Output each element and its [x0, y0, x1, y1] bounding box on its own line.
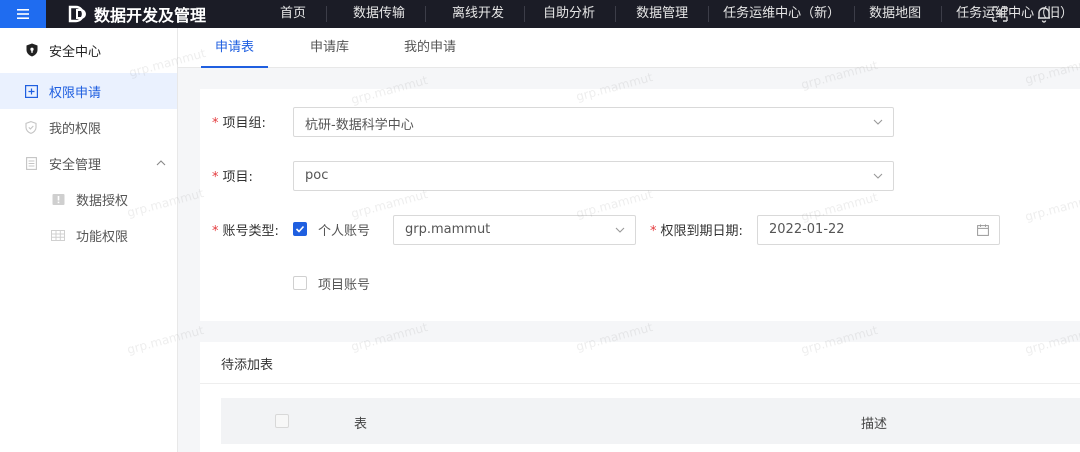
sidebar-item-security-management[interactable]: 安全管理 — [0, 145, 177, 181]
app-title: 数据开发及管理 — [94, 6, 207, 25]
add-panel-icon[interactable] — [990, 4, 1010, 24]
chevron-down-icon — [873, 173, 883, 179]
sidebar-item-label: 权限申请 — [49, 85, 102, 101]
required-mark: * — [650, 224, 657, 239]
tab-application-library[interactable]: 申请库 — [310, 28, 349, 68]
hamburger-icon — [17, 9, 29, 19]
sidebar-item-function-permission[interactable]: 功能权限 — [0, 217, 177, 253]
personal-account-value: grp.mammut — [405, 222, 491, 237]
top-bar: 数据开发及管理 首页 数据传输 离线开发 自助分析 数据管理 任务运维中心（新）… — [0, 0, 1080, 28]
nav-separator — [708, 6, 710, 22]
sidebar-item-my-permission[interactable]: 我的权限 — [0, 109, 177, 145]
document-icon — [24, 156, 38, 170]
tab-application-form[interactable]: 申请表 — [200, 28, 269, 68]
chevron-down-icon — [615, 227, 625, 233]
expire-date-picker[interactable]: 2022-01-22 — [757, 215, 1000, 245]
nav-separator — [524, 6, 526, 22]
chevron-down-icon — [873, 119, 883, 125]
bell-icon[interactable] — [1034, 4, 1054, 24]
column-header-table: 表 — [354, 417, 368, 432]
nav-separator — [425, 6, 427, 22]
sidebar: 安全中心 权限申请 我的权限 安全管理 数据授权 功能权限 — [0, 28, 178, 452]
nav-separator — [615, 6, 617, 22]
chevron-up-icon — [156, 160, 166, 166]
pending-tables-card: 待添加表 表 描述 — [200, 342, 1080, 452]
sidebar-item-permission-apply[interactable]: 权限申请 — [0, 73, 177, 109]
project-group-label-text: 项目组: — [222, 116, 266, 131]
project-label: * 项目: — [212, 166, 253, 185]
project-select[interactable]: poc — [293, 161, 894, 191]
column-header-description: 描述 — [861, 417, 888, 432]
calendar-icon — [977, 224, 989, 236]
tab-my-applications[interactable]: 我的申请 — [404, 28, 456, 68]
nav-task-ops-old[interactable]: 任务运维中心（旧） — [956, 0, 1073, 28]
personal-account-checkbox[interactable] — [293, 222, 307, 236]
nav-data-map[interactable]: 数据地图 — [869, 0, 921, 28]
required-mark: * — [212, 224, 219, 239]
required-mark: * — [212, 170, 219, 185]
logo-icon — [68, 5, 86, 23]
plus-square-icon — [24, 84, 38, 98]
project-group-label: * 项目组: — [212, 112, 266, 131]
application-form: * 项目组: 杭研-数据科学中心 * 项目: poc * 账号类型: 个人账号 grp… — [200, 89, 1080, 321]
personal-account-label[interactable]: 个人账号 — [318, 220, 370, 239]
account-type-label-text: 账号类型: — [222, 224, 279, 239]
project-group-value: 杭研-数据科学中心 — [305, 118, 414, 133]
tab-bar: 申请表 申请库 我的申请 — [178, 28, 1080, 68]
nav-separator — [326, 6, 328, 22]
nav-separator — [941, 6, 943, 22]
nav-home[interactable]: 首页 — [280, 0, 306, 28]
checkmark-icon — [295, 225, 305, 233]
sidebar-item-label: 我的权限 — [49, 121, 102, 137]
top-nav: 首页 数据传输 离线开发 自助分析 数据管理 任务运维中心（新） 数据地图 任务… — [234, 0, 1073, 28]
required-mark: * — [212, 116, 219, 131]
table-header: 表 描述 — [221, 398, 1080, 444]
project-account-label[interactable]: 项目账号 — [318, 274, 370, 293]
shield-icon — [24, 120, 38, 134]
expire-date-label: * 权限到期日期: — [650, 220, 743, 239]
nav-data-management[interactable]: 数据管理 — [636, 0, 688, 28]
sidebar-item-label: 功能权限 — [76, 229, 129, 245]
project-account-checkbox[interactable] — [293, 276, 307, 290]
nav-offline-dev[interactable]: 离线开发 — [452, 0, 504, 28]
nav-data-transfer[interactable]: 数据传输 — [353, 0, 405, 28]
nav-separator — [854, 6, 856, 22]
account-type-label: * 账号类型: — [212, 220, 279, 239]
sidebar-item-label: 安全管理 — [49, 157, 102, 173]
app-logo[interactable]: 数据开发及管理 — [68, 2, 234, 26]
badge-icon — [51, 192, 65, 206]
security-shield-icon — [25, 43, 39, 57]
table-icon — [51, 228, 65, 242]
sidebar-item-data-authorization[interactable]: 数据授权 — [0, 181, 177, 217]
project-group-select[interactable]: 杭研-数据科学中心 — [293, 107, 894, 137]
project-value: poc — [305, 168, 329, 183]
table-title: 待添加表 — [221, 358, 274, 373]
personal-account-select[interactable]: grp.mammut — [393, 215, 636, 245]
sidebar-title: 安全中心 — [49, 44, 102, 60]
nav-task-ops-new[interactable]: 任务运维中心（新） — [723, 0, 840, 28]
nav-self-analysis[interactable]: 自助分析 — [543, 0, 595, 28]
sidebar-header: 安全中心 — [0, 32, 177, 68]
expire-date-value: 2022-01-22 — [769, 222, 845, 237]
expire-date-label-text: 权限到期日期: — [660, 224, 743, 239]
select-all-checkbox[interactable] — [275, 414, 289, 428]
sidebar-item-label: 数据授权 — [76, 193, 129, 209]
divider — [200, 383, 1080, 384]
menu-toggle-button[interactable] — [0, 0, 46, 28]
project-label-text: 项目: — [222, 170, 253, 185]
